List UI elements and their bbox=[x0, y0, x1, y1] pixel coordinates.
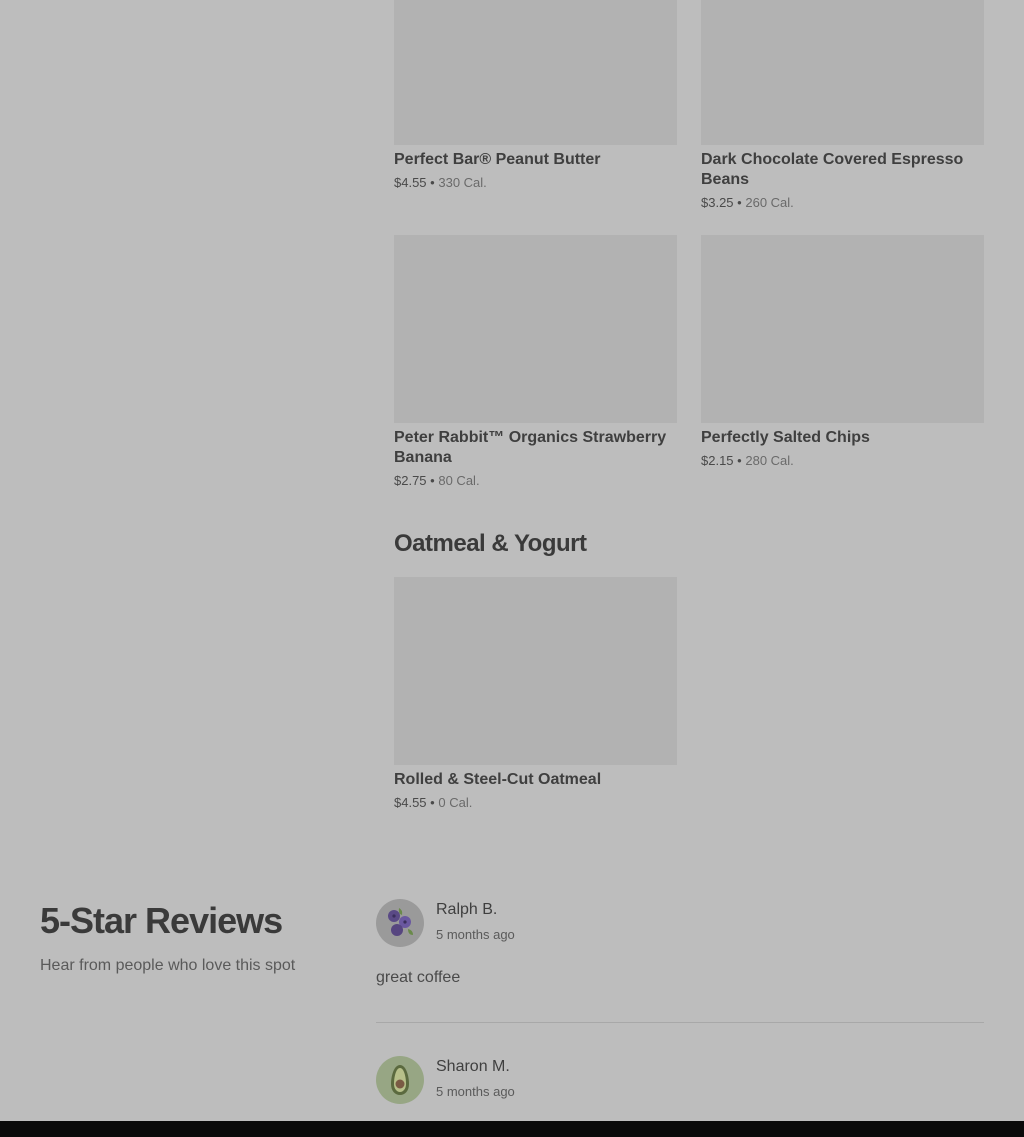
menu-item-image bbox=[701, 0, 984, 145]
menu-item-name: Peter Rabbit™ Organics Strawberry Banana bbox=[394, 429, 667, 466]
review-divider bbox=[376, 1022, 984, 1023]
separator: • bbox=[430, 795, 435, 810]
menu-item-image bbox=[394, 235, 677, 423]
menu-item[interactable]: Rolled & Steel-Cut Oatmeal $4.55 • 0 Cal… bbox=[394, 577, 677, 811]
separator: • bbox=[430, 473, 435, 488]
menu-item-price: $4.55 bbox=[394, 175, 427, 190]
reviewer-name: Ralph B. bbox=[436, 901, 498, 918]
menu-item[interactable]: Perfectly Salted Chips $2.15 • 280 Cal. bbox=[701, 235, 984, 469]
review-time: 5 months ago bbox=[436, 1084, 515, 1099]
blueberry-icon bbox=[388, 908, 413, 936]
reviews-title: 5-Star Reviews bbox=[40, 900, 283, 941]
menu-item-name: Dark Chocolate Covered Espresso Beans bbox=[701, 151, 964, 188]
menu-item-calories: 80 Cal. bbox=[438, 473, 480, 488]
menu-item-image bbox=[394, 0, 677, 145]
menu-item-price: $3.25 bbox=[701, 195, 734, 210]
menu-item-calories: 0 Cal. bbox=[438, 795, 473, 810]
avocado-icon bbox=[391, 1065, 409, 1095]
avatar bbox=[376, 1056, 424, 1104]
avatar bbox=[376, 899, 424, 947]
menu-item-name: Rolled & Steel-Cut Oatmeal bbox=[394, 771, 602, 788]
menu-item[interactable]: Peter Rabbit™ Organics Strawberry Banana… bbox=[394, 235, 677, 489]
separator: • bbox=[430, 175, 435, 190]
reviewer-name: Sharon M. bbox=[436, 1058, 510, 1075]
bottom-bar bbox=[0, 1121, 1024, 1137]
menu-item-price: $2.15 bbox=[701, 453, 734, 468]
menu-item-calories: 260 Cal. bbox=[745, 195, 794, 210]
separator: • bbox=[737, 195, 742, 210]
separator: • bbox=[737, 453, 742, 468]
review-text: great coffee bbox=[376, 969, 461, 986]
menu-item-image bbox=[701, 235, 984, 423]
section-title-oatmeal-yogurt: Oatmeal & Yogurt bbox=[394, 530, 587, 557]
menu-item-calories: 280 Cal. bbox=[745, 453, 794, 468]
menu-item-meta: $4.55 • 0 Cal. bbox=[394, 795, 677, 811]
menu-item-meta: $2.75 • 80 Cal. bbox=[394, 473, 677, 489]
menu-item-price: $4.55 bbox=[394, 795, 427, 810]
menu-item-meta: $3.25 • 260 Cal. bbox=[701, 195, 984, 211]
menu-item-name: Perfect Bar® Peanut Butter bbox=[394, 151, 601, 168]
menu-item-meta: $2.15 • 280 Cal. bbox=[701, 453, 984, 469]
menu-item-meta: $4.55 • 330 Cal. bbox=[394, 175, 677, 191]
reviews-subtitle: Hear from people who love this spot bbox=[40, 957, 296, 974]
menu-item[interactable]: Dark Chocolate Covered Espresso Beans $3… bbox=[701, 0, 984, 211]
menu-item-calories: 330 Cal. bbox=[438, 175, 487, 190]
menu-item-image bbox=[394, 577, 677, 765]
menu-item-price: $2.75 bbox=[394, 473, 427, 488]
menu-item[interactable]: Perfect Bar® Peanut Butter $4.55 • 330 C… bbox=[394, 0, 677, 191]
menu-item-name: Perfectly Salted Chips bbox=[701, 429, 870, 446]
review-time: 5 months ago bbox=[436, 927, 515, 942]
